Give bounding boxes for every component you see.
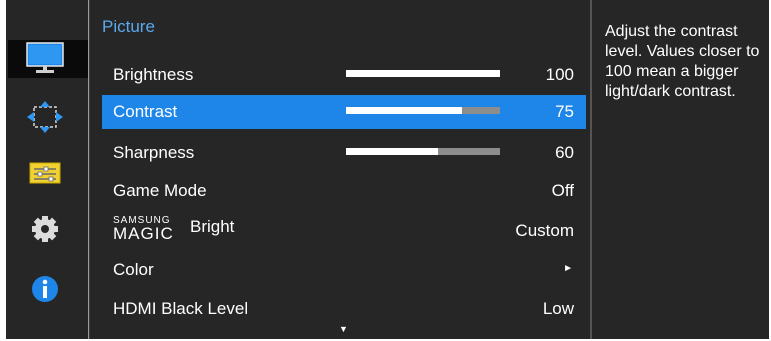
menu-item-value: Custom — [515, 221, 574, 240]
menu-item-label: Game Mode — [113, 181, 207, 200]
menu-item-label: Brightness — [113, 65, 194, 84]
gear-icon[interactable] — [24, 212, 66, 246]
help-panel: Adjust the contrast level. Values closer… — [592, 0, 769, 339]
menu-title: Picture — [102, 17, 155, 36]
info-icon[interactable] — [24, 272, 66, 306]
menu-item-label: Contrast — [113, 102, 178, 121]
sharpness-slider[interactable] — [346, 148, 500, 155]
menu-item-sharpness[interactable]: Sharpness 60 — [102, 136, 586, 170]
brightness-slider[interactable] — [346, 70, 500, 77]
slider-fill — [346, 70, 500, 77]
picture-icon[interactable] — [24, 42, 66, 76]
scroll-down-icon[interactable]: ▼ — [339, 324, 348, 334]
menu-item-game-mode[interactable]: Game Mode Off — [102, 174, 586, 208]
picture-menu-panel: Picture Brightness 100 Contrast 75 Sharp… — [89, 0, 590, 339]
menu-item-value: Low — [542, 299, 574, 318]
osd-sidebar — [6, 0, 89, 339]
osd-settings-icon[interactable] — [24, 155, 66, 189]
contrast-slider[interactable] — [346, 107, 500, 114]
menu-item-magic-bright[interactable]: SAMSUNG MAGIC Bright Custom — [102, 211, 586, 245]
screen-position-icon[interactable] — [24, 100, 66, 134]
menu-item-label: Sharpness — [113, 143, 195, 162]
menu-item-contrast[interactable]: Contrast 75 — [102, 95, 586, 129]
menu-item-label: Color — [113, 260, 154, 279]
menu-item-label: Bright — [190, 217, 235, 236]
menu-item-brightness[interactable]: Brightness 100 — [102, 58, 586, 92]
menu-item-label: HDMI Black Level — [113, 299, 249, 318]
menu-item-value: 75 — [555, 102, 574, 121]
help-text: Adjust the contrast level. Values closer… — [605, 23, 760, 100]
slider-fill — [346, 107, 462, 114]
slider-fill — [346, 148, 439, 155]
menu-item-color[interactable]: Color ► — [102, 253, 586, 287]
menu-item-value: 100 — [545, 65, 574, 84]
menu-item-value: Off — [551, 181, 574, 200]
menu-item-hdmi-black-level[interactable]: HDMI Black Level Low — [102, 292, 586, 326]
menu-item-value: 60 — [555, 143, 574, 162]
chevron-right-icon: ► — [563, 263, 573, 274]
magic-wordmark: MAGIC — [113, 224, 174, 243]
monitor-osd: Picture Brightness 100 Contrast 75 Sharp… — [6, 0, 769, 339]
